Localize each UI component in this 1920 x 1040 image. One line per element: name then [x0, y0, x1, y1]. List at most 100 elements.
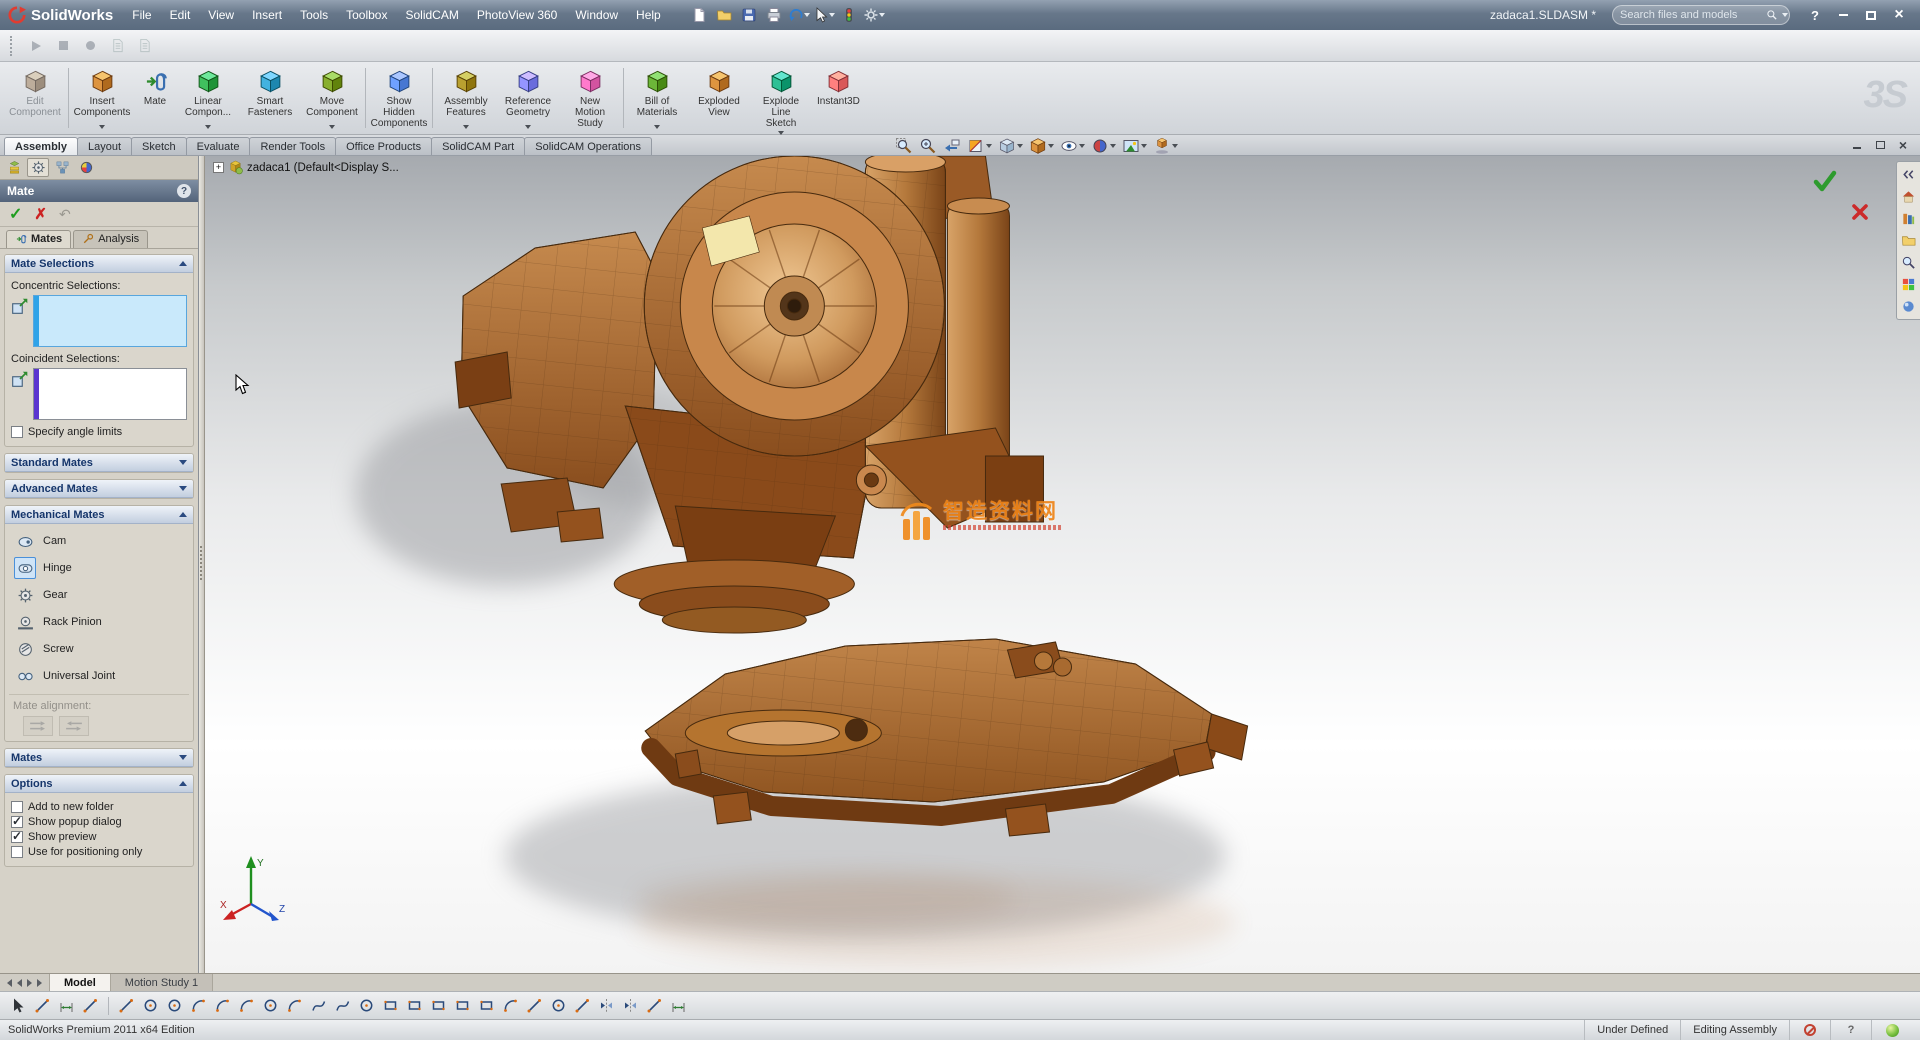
- macro-edit-icon[interactable]: [135, 37, 153, 55]
- assembly-3d-model[interactable]: [205, 156, 1920, 973]
- cmd-instant3d[interactable]: Instant3D: [812, 64, 865, 132]
- spline-icon[interactable]: [332, 995, 353, 1016]
- undo-icon[interactable]: [788, 4, 810, 26]
- menu-view[interactable]: View: [199, 4, 243, 26]
- section-view-icon[interactable]: [966, 137, 993, 155]
- aligned-button[interactable]: [23, 716, 53, 736]
- corner-rectangle-icon[interactable]: [380, 995, 401, 1016]
- doc-restore-icon[interactable]: [1873, 138, 1887, 151]
- cmd-insert-components[interactable]: Insert Components: [71, 64, 133, 132]
- tab-render-tools[interactable]: Render Tools: [249, 137, 336, 155]
- search-icon[interactable]: [1766, 9, 1778, 21]
- search-box[interactable]: [1612, 5, 1790, 25]
- edit-appearance-icon[interactable]: [1090, 137, 1117, 155]
- new-document-icon[interactable]: [688, 4, 710, 26]
- macro-play-icon[interactable]: [27, 37, 45, 55]
- menu-edit[interactable]: Edit: [161, 4, 200, 26]
- centerpoint-arc-icon[interactable]: [188, 995, 209, 1016]
- macro-stop-icon[interactable]: [54, 37, 72, 55]
- trim-entities-icon[interactable]: [620, 995, 641, 1016]
- menu-photoview[interactable]: PhotoView 360: [468, 4, 567, 26]
- collapse-chevron-icon[interactable]: [179, 512, 187, 517]
- select-icon[interactable]: [8, 995, 29, 1016]
- collapse-chevron-icon[interactable]: [179, 781, 187, 786]
- view-orientation-icon[interactable]: [997, 137, 1024, 155]
- pm-help-icon[interactable]: ?: [177, 184, 191, 198]
- menu-insert[interactable]: Insert: [243, 4, 291, 26]
- doc-close-icon[interactable]: [1896, 138, 1910, 151]
- mates-header[interactable]: Mates: [5, 749, 193, 767]
- expand-chevron-icon[interactable]: [179, 460, 187, 465]
- search-results-icon[interactable]: [1899, 253, 1917, 272]
- cmd-exploded-view[interactable]: Exploded View: [688, 64, 750, 132]
- displaymanager-icon[interactable]: [75, 158, 97, 177]
- parabola-icon[interactable]: [308, 995, 329, 1016]
- rebuild-icon[interactable]: [838, 4, 860, 26]
- cmd-smart-fasteners[interactable]: Smart Fasteners: [239, 64, 301, 132]
- display-style-icon[interactable]: [1028, 137, 1055, 155]
- cmd-new-motion-study[interactable]: New Motion Study: [559, 64, 621, 132]
- polygon-icon[interactable]: [476, 995, 497, 1016]
- advanced-mates-header[interactable]: Advanced Mates: [5, 480, 193, 498]
- graphics-viewport[interactable]: zadaca1 (Default<Display S...: [205, 156, 1920, 973]
- apply-scene-icon[interactable]: [1121, 137, 1148, 155]
- sketch-icon[interactable]: [32, 995, 53, 1016]
- status-help-icon[interactable]: [1843, 1022, 1859, 1038]
- toolbar-grip[interactable]: [10, 36, 14, 56]
- three-point-arc-icon[interactable]: [236, 995, 257, 1016]
- expand-chevron-icon[interactable]: [179, 755, 187, 760]
- cmd-move-component[interactable]: Move Component: [301, 64, 363, 132]
- cmd-mate[interactable]: Mate: [133, 64, 177, 132]
- cancel-button[interactable]: [34, 205, 47, 223]
- feature-tree-root[interactable]: zadaca1 (Default<Display S...: [213, 160, 399, 175]
- design-library-icon[interactable]: [1899, 209, 1917, 228]
- extend-entities-icon[interactable]: [644, 995, 665, 1016]
- parallelogram-icon[interactable]: [428, 995, 449, 1016]
- partial-ellipse-icon[interactable]: [284, 995, 305, 1016]
- mate-type-screw[interactable]: Screw: [11, 636, 187, 662]
- ok-button[interactable]: [9, 204, 22, 224]
- ellipse-icon[interactable]: [260, 995, 281, 1016]
- mate-selections-header[interactable]: Mate Selections: [5, 255, 193, 273]
- anti-aligned-button[interactable]: [59, 716, 89, 736]
- cmd-linear-component-pattern[interactable]: Linear Compon...: [177, 64, 239, 132]
- straight-slot-icon[interactable]: [452, 995, 473, 1016]
- options-checkbox-1[interactable]: [11, 816, 23, 828]
- save-icon[interactable]: [738, 4, 760, 26]
- mate-type-hinge[interactable]: Hinge: [11, 555, 187, 581]
- text-icon[interactable]: [668, 995, 689, 1016]
- mate-type-gear[interactable]: Gear: [11, 582, 187, 608]
- collapse-chevron-icon[interactable]: [179, 261, 187, 266]
- menu-toolbox[interactable]: Toolbox: [337, 4, 396, 26]
- cmd-explode-line-sketch[interactable]: Explode Line Sketch: [750, 64, 812, 132]
- standard-mates-header[interactable]: Standard Mates: [5, 454, 193, 472]
- menu-solidcam[interactable]: SolidCAM: [396, 4, 467, 26]
- circle-icon[interactable]: [140, 995, 161, 1016]
- point-icon[interactable]: [356, 995, 377, 1016]
- cmd-assembly-features[interactable]: Assembly Features: [435, 64, 497, 132]
- tab-model[interactable]: Model: [50, 974, 111, 991]
- appearances-scenes-icon[interactable]: [1899, 297, 1917, 316]
- view-palette-icon[interactable]: [1899, 275, 1917, 294]
- confirm-ok-icon[interactable]: [1812, 168, 1838, 194]
- center-rectangle-icon[interactable]: [404, 995, 425, 1016]
- menu-file[interactable]: File: [123, 4, 160, 26]
- cmd-show-hidden-components[interactable]: Show Hidden Components: [368, 64, 430, 132]
- convert-entities-icon[interactable]: [572, 995, 593, 1016]
- tab-solidcam-operations[interactable]: SolidCAM Operations: [524, 137, 652, 155]
- tab-assembly[interactable]: Assembly: [4, 137, 78, 155]
- menu-window[interactable]: Window: [566, 4, 627, 26]
- solidworks-resources-icon[interactable]: [1899, 187, 1917, 206]
- offset-entities-icon[interactable]: [548, 995, 569, 1016]
- centerline-icon[interactable]: [116, 995, 137, 1016]
- cmd-edit-component[interactable]: Edit Component: [4, 64, 66, 132]
- menu-tools[interactable]: Tools: [291, 4, 337, 26]
- tab-sketch[interactable]: Sketch: [131, 137, 187, 155]
- mechanical-mates-header[interactable]: Mechanical Mates: [5, 506, 193, 524]
- open-document-icon[interactable]: [713, 4, 735, 26]
- no-external-references-icon[interactable]: [1802, 1022, 1818, 1038]
- zoom-fit-icon[interactable]: [894, 137, 914, 155]
- quick-tips-icon[interactable]: [1884, 1022, 1900, 1038]
- file-explorer-icon[interactable]: [1899, 231, 1917, 250]
- doc-minimize-icon[interactable]: [1850, 138, 1864, 151]
